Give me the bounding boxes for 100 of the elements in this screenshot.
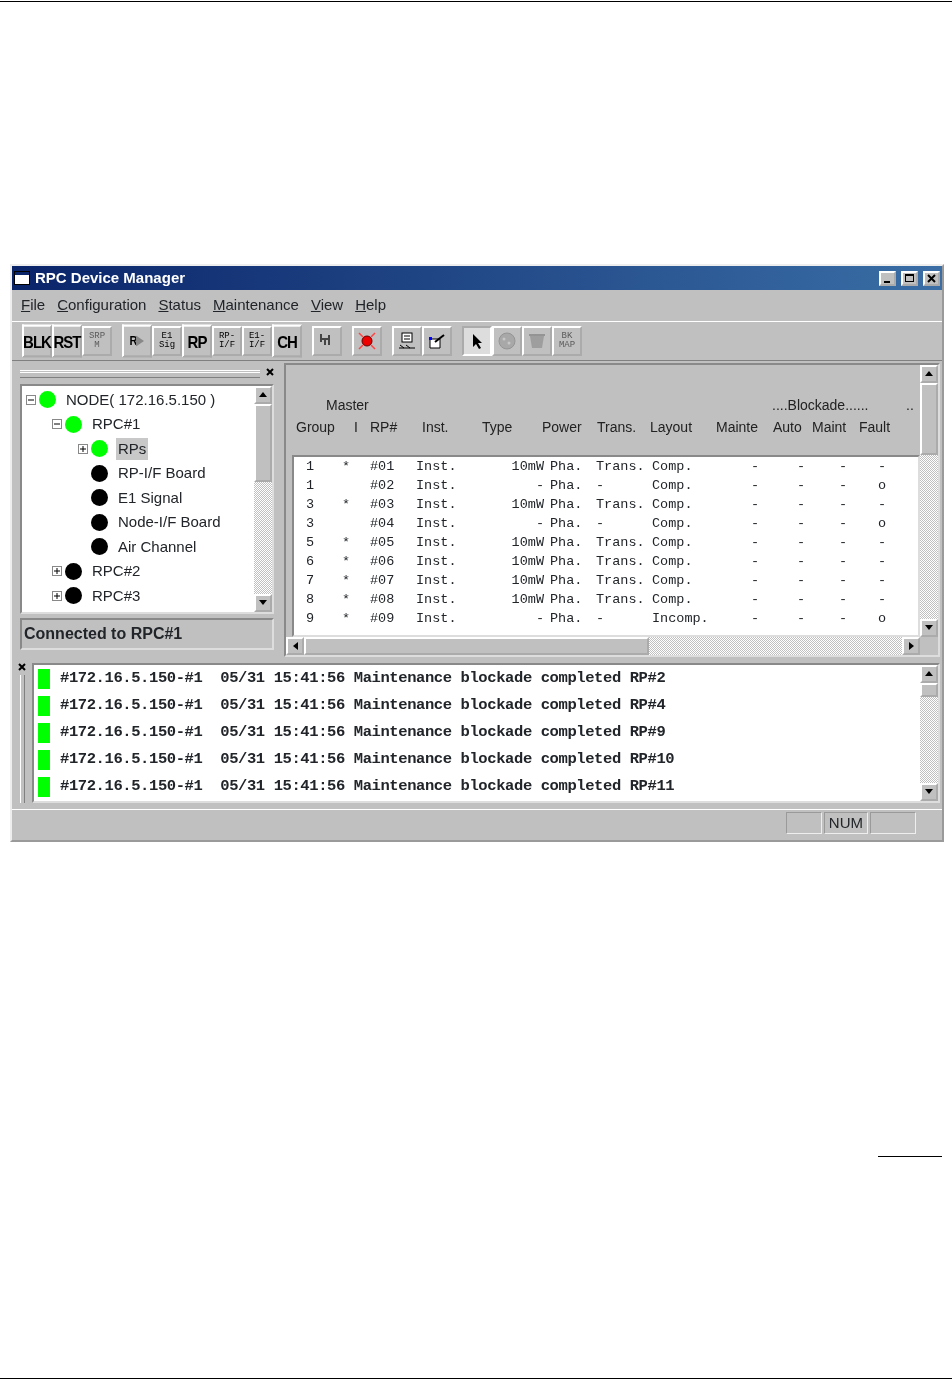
table-cell-text: - bbox=[749, 495, 761, 514]
tree-item[interactable]: RPC#1 bbox=[90, 413, 143, 436]
table-cell-text: - bbox=[795, 533, 807, 552]
table-cell-text: * bbox=[342, 609, 352, 628]
tree-item[interactable]: Node-I/F Board bbox=[116, 511, 223, 534]
tree-item[interactable]: RPC#2 bbox=[90, 560, 143, 583]
expand-icon[interactable] bbox=[52, 566, 62, 577]
column-group-header: ....Blockade...... bbox=[772, 395, 869, 415]
tree-item[interactable]: E1 Signal bbox=[116, 486, 185, 509]
toolbar-button[interactable] bbox=[312, 325, 342, 356]
table-cell-text: - bbox=[837, 457, 849, 476]
play-icon bbox=[136, 335, 145, 346]
menu-item[interactable]: Status bbox=[153, 293, 206, 318]
table-cell-text: Trans. bbox=[596, 571, 646, 590]
right-arrow-icon bbox=[908, 641, 914, 650]
column-header[interactable]: Mainte bbox=[716, 416, 773, 438]
expand-icon[interactable] bbox=[78, 443, 88, 454]
menu-item[interactable]: View bbox=[305, 293, 349, 318]
table-cell-text: - bbox=[596, 609, 606, 628]
scrollbar[interactable] bbox=[920, 364, 938, 637]
table-cell-text: #01 bbox=[370, 457, 396, 476]
table-cell-text: - bbox=[876, 590, 888, 609]
toolbar-button[interactable]: E1 Sig bbox=[152, 325, 182, 356]
table-cell-text: * bbox=[342, 590, 352, 609]
scrollbar[interactable] bbox=[920, 664, 938, 801]
column-header[interactable]: Layout bbox=[650, 416, 716, 438]
toolbar-button[interactable]: BLK bbox=[22, 324, 52, 357]
close-icon[interactable] bbox=[266, 368, 274, 376]
column-header[interactable]: Power bbox=[542, 416, 597, 438]
table-cell-text: - bbox=[837, 571, 849, 590]
tree-item[interactable]: NODE( 172.16.5.150 ) bbox=[64, 388, 218, 411]
table-cell-text: 1 bbox=[305, 476, 316, 495]
connection-status: Connected to RPC#1 bbox=[20, 617, 274, 650]
table-cell-text: - bbox=[749, 590, 761, 609]
table-cell-text: - bbox=[876, 457, 888, 476]
table-cell-text: 8 bbox=[305, 590, 316, 609]
globe-icon bbox=[497, 330, 517, 351]
menu-item[interactable]: Maintenance bbox=[208, 293, 304, 318]
table-cell-text: 10mW bbox=[510, 552, 545, 571]
column-header[interactable]: Auto bbox=[773, 416, 812, 438]
table-cell-text: Inst. bbox=[416, 514, 458, 533]
toolbar-button[interactable] bbox=[422, 325, 452, 356]
column-header[interactable]: RP# bbox=[370, 416, 422, 438]
table-cell-text: - bbox=[876, 571, 888, 590]
toolbar-button[interactable] bbox=[462, 325, 492, 356]
tree-item[interactable]: RPs bbox=[116, 437, 149, 460]
tree-item[interactable]: RPC#3 bbox=[90, 584, 143, 607]
column-header[interactable]: Trans. bbox=[597, 416, 650, 438]
close-button[interactable] bbox=[923, 270, 940, 286]
table-cell-text: 10mW bbox=[510, 571, 545, 590]
table-cell-text: #03 bbox=[370, 495, 396, 514]
column-group-header: .. bbox=[906, 395, 914, 415]
table-cell-text: - bbox=[749, 514, 761, 533]
toolbar-button[interactable] bbox=[392, 325, 422, 356]
table-cell-text: 3 bbox=[305, 495, 316, 514]
up-arrow-icon bbox=[925, 371, 933, 376]
table-cell-text: - bbox=[837, 533, 849, 552]
tree-item[interactable]: Air Channel bbox=[116, 535, 199, 558]
menu-item[interactable]: Configuration bbox=[52, 293, 152, 318]
toolbar-button[interactable]: RP bbox=[182, 324, 212, 357]
table-cell-text: Incomp. bbox=[652, 609, 710, 628]
table-cell-text: - bbox=[534, 514, 545, 533]
menu-item[interactable]: File bbox=[16, 293, 51, 318]
table-cell-text: Pha. bbox=[550, 590, 584, 609]
toolbar-button[interactable] bbox=[352, 325, 382, 356]
table-cell-text: - bbox=[749, 609, 761, 628]
table-cell-text: Pha. bbox=[550, 533, 584, 552]
column-header[interactable]: I bbox=[354, 416, 370, 438]
column-header[interactable]: Group bbox=[296, 416, 354, 438]
column-header[interactable]: Inst. bbox=[422, 416, 482, 438]
table-cell-text: - bbox=[795, 495, 807, 514]
column-group-header: Master bbox=[326, 395, 369, 415]
minimize-button[interactable] bbox=[879, 270, 896, 286]
table-cell-text: o bbox=[876, 476, 888, 495]
table-cell-text: 10mW bbox=[510, 457, 545, 476]
toolbar-button[interactable]: RST bbox=[52, 324, 82, 357]
toolbar-button[interactable]: E1- I/F bbox=[242, 325, 272, 356]
table-cell-text: - bbox=[876, 552, 888, 571]
scroll-thumb[interactable] bbox=[920, 382, 938, 455]
scroll-thumb[interactable] bbox=[254, 403, 272, 482]
table-cell-text: Comp. bbox=[652, 514, 694, 533]
column-header[interactable]: Maint bbox=[812, 416, 859, 438]
scrollbar[interactable] bbox=[254, 385, 272, 612]
column-header[interactable]: Fault bbox=[859, 416, 904, 438]
tree-item[interactable]: RP-I/F Board bbox=[116, 462, 208, 485]
table-cell-text: Inst. bbox=[416, 457, 458, 476]
window-title: RPC Device Manager bbox=[35, 267, 187, 288]
menu-item[interactable]: Help bbox=[350, 293, 391, 318]
expand-icon[interactable] bbox=[52, 590, 62, 601]
log-entry: #172.16.5.150-#1 05/31 15:41:56 Maintenance blockade completed RP#4 bbox=[60, 695, 666, 717]
table-cell-text: * bbox=[342, 533, 352, 552]
toolbar-button[interactable]: CH bbox=[272, 324, 302, 357]
table-cell-text: - bbox=[795, 552, 807, 571]
toolbar-button[interactable]: RP- I/F bbox=[212, 325, 242, 356]
maximize-button[interactable] bbox=[901, 270, 918, 286]
table-cell-text: Pha. bbox=[550, 495, 584, 514]
close-icon[interactable] bbox=[18, 662, 26, 671]
drag-handle[interactable] bbox=[20, 369, 260, 378]
log-entry: #172.16.5.150-#1 05/31 15:41:56 Maintenance blockade completed RP#9 bbox=[60, 722, 666, 744]
column-header[interactable]: Type bbox=[482, 416, 542, 438]
